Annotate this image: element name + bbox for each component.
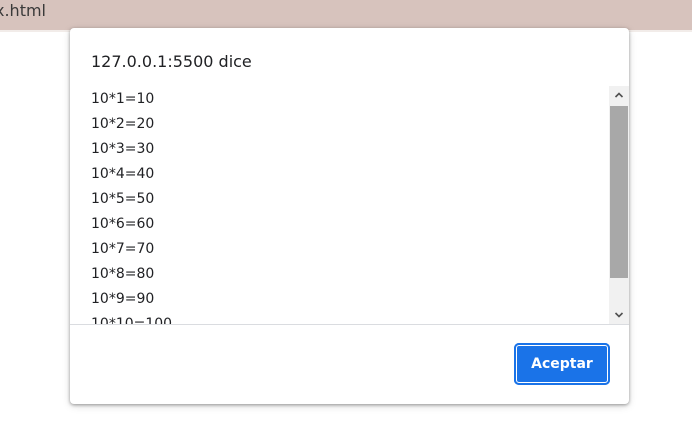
- message-line: 10*7=70: [91, 241, 155, 257]
- chevron-up-icon[interactable]: [609, 86, 629, 104]
- dialog-title: 127.0.0.1:5500 dice: [91, 52, 252, 71]
- message-line: 10*1=10: [91, 91, 155, 107]
- footer-divider: [70, 324, 629, 325]
- vertical-scrollbar[interactable]: [609, 86, 629, 324]
- message-area[interactable]: 10*1=10 10*2=20 10*3=30 10*4=40 10*5=50 …: [70, 86, 629, 324]
- alert-dialog: 127.0.0.1:5500 dice 10*1=10 10*2=20 10*3…: [70, 28, 629, 404]
- accept-button[interactable]: Aceptar: [514, 343, 610, 385]
- message-line: 10*8=80: [91, 266, 155, 282]
- message-line: 10*9=90: [91, 291, 155, 307]
- message-line: 10*5=50: [91, 191, 155, 207]
- message-line: 10*6=60: [91, 216, 155, 232]
- message-line: 10*3=30: [91, 141, 155, 157]
- tab-title[interactable]: x.html: [0, 0, 46, 30]
- scrollbar-thumb[interactable]: [610, 106, 628, 278]
- message-lines: 10*1=10 10*2=20 10*3=30 10*4=40 10*5=50 …: [91, 89, 172, 324]
- message-line: 10*10=100: [91, 316, 173, 324]
- message-line: 10*4=40: [91, 166, 155, 182]
- chevron-down-icon[interactable]: [609, 306, 629, 324]
- message-line: 10*2=20: [91, 116, 155, 132]
